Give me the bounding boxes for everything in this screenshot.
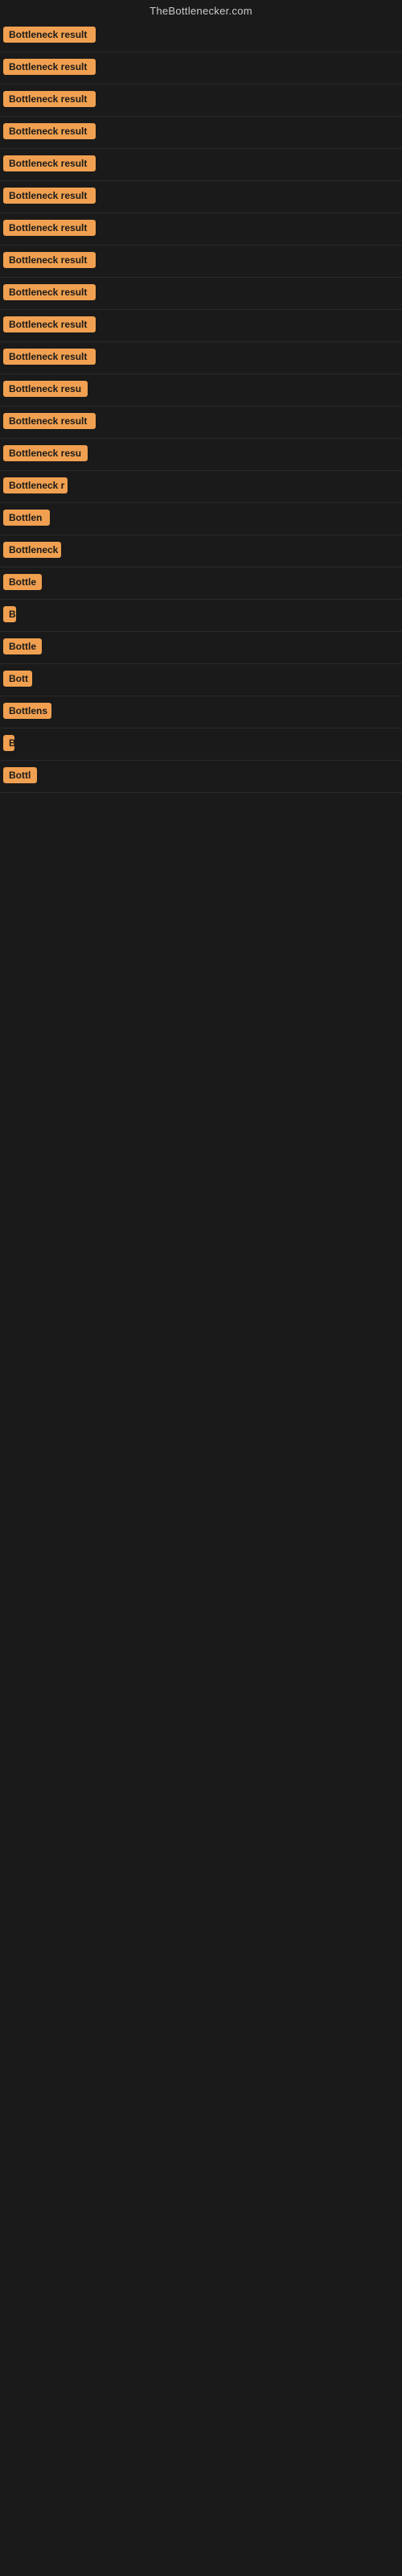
bottleneck-result-badge[interactable]: Bottlen: [3, 510, 50, 526]
bottleneck-result-badge[interactable]: Bott: [3, 671, 32, 687]
list-item: Bottleneck r: [0, 471, 402, 503]
list-item: Bottleneck result: [0, 246, 402, 278]
bottleneck-result-badge[interactable]: Bottleneck: [3, 542, 61, 558]
bottleneck-result-badge[interactable]: Bottleneck result: [3, 316, 96, 332]
list-item: Bottleneck result: [0, 52, 402, 85]
site-title: TheBottlenecker.com: [0, 0, 402, 20]
list-item: Bottlens: [0, 696, 402, 729]
list-item: Bottleneck resu: [0, 374, 402, 407]
list-item: Bottleneck result: [0, 149, 402, 181]
list-item: Bottlen: [0, 503, 402, 535]
list-item: B: [0, 600, 402, 632]
bottleneck-result-badge[interactable]: Bottleneck result: [3, 413, 96, 429]
list-item: Bottleneck result: [0, 181, 402, 213]
bottleneck-result-badge[interactable]: Bottleneck result: [3, 123, 96, 139]
bottleneck-result-badge[interactable]: Bottleneck r: [3, 477, 68, 493]
list-item: Bottleneck result: [0, 85, 402, 117]
bottleneck-result-badge[interactable]: B: [3, 606, 16, 622]
list-item: Bottl: [0, 761, 402, 793]
bottleneck-result-badge[interactable]: Bottleneck result: [3, 59, 96, 75]
bottleneck-result-badge[interactable]: Bottleneck result: [3, 252, 96, 268]
bottleneck-result-badge[interactable]: Bottleneck resu: [3, 445, 88, 461]
list-item: Bott: [0, 664, 402, 696]
bottleneck-result-badge[interactable]: Bottle: [3, 574, 42, 590]
list-item: Bottleneck result: [0, 213, 402, 246]
list-item: Bottleneck result: [0, 117, 402, 149]
bottleneck-result-badge[interactable]: Bottleneck result: [3, 155, 96, 171]
list-item: Bottle: [0, 568, 402, 600]
list-item: Bottleneck result: [0, 310, 402, 342]
list-item: Bottle: [0, 632, 402, 664]
list-item: Bottleneck: [0, 535, 402, 568]
bottleneck-result-badge[interactable]: Bottleneck resu: [3, 381, 88, 397]
list-item: Bottleneck result: [0, 278, 402, 310]
bottleneck-result-badge[interactable]: Bottl: [3, 767, 37, 783]
bottleneck-result-badge[interactable]: Bottleneck result: [3, 91, 96, 107]
bottleneck-result-badge[interactable]: Bottlens: [3, 703, 51, 719]
list-item: B: [0, 729, 402, 761]
bottleneck-result-badge[interactable]: Bottleneck result: [3, 188, 96, 204]
list-item: Bottleneck result: [0, 407, 402, 439]
bottleneck-result-badge[interactable]: B: [3, 735, 14, 751]
bottleneck-result-badge[interactable]: Bottle: [3, 638, 42, 654]
bottleneck-result-badge[interactable]: Bottleneck result: [3, 220, 96, 236]
list-item: Bottleneck result: [0, 342, 402, 374]
list-item: Bottleneck resu: [0, 439, 402, 471]
list-item: Bottleneck result: [0, 20, 402, 52]
bottleneck-result-badge[interactable]: Bottleneck result: [3, 284, 96, 300]
bottleneck-result-badge[interactable]: Bottleneck result: [3, 27, 96, 43]
bottleneck-result-badge[interactable]: Bottleneck result: [3, 349, 96, 365]
